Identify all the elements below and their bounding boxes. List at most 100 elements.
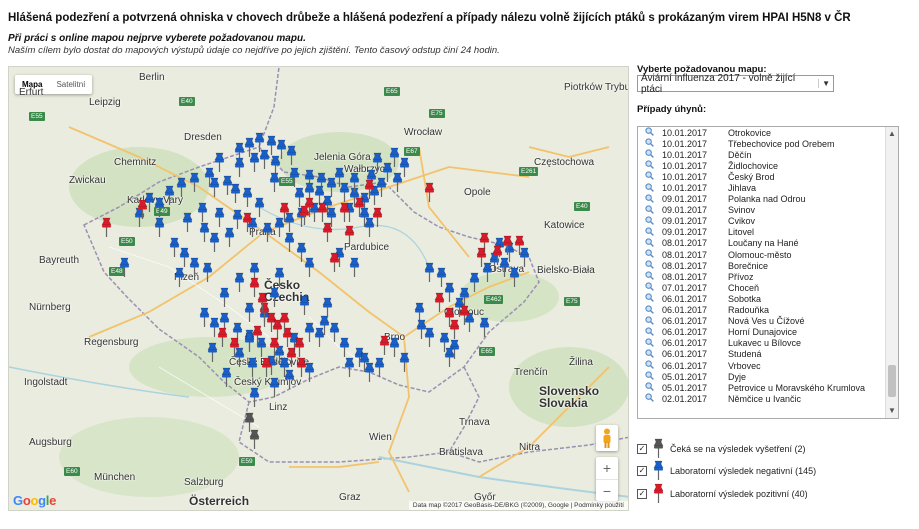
case-row[interactable]: 10.01.2017 Otrokovice: [638, 127, 887, 138]
push-pin-icon[interactable]: [234, 272, 245, 292]
push-pin-icon[interactable]: [279, 312, 290, 332]
push-pin-icon[interactable]: [101, 217, 112, 237]
case-row[interactable]: 08.01.2017 Loučany na Hané: [638, 238, 887, 249]
push-pin-icon[interactable]: [247, 357, 258, 377]
push-pin-icon[interactable]: [284, 369, 295, 389]
push-pin-icon[interactable]: [262, 222, 273, 242]
push-pin-icon[interactable]: [214, 207, 225, 227]
legend-checkbox[interactable]: ✓: [637, 489, 647, 499]
magnifier-icon[interactable]: [638, 371, 654, 382]
push-pin-icon[interactable]: [274, 267, 285, 287]
magnifier-icon[interactable]: [638, 316, 654, 327]
push-pin-icon[interactable]: [379, 335, 390, 355]
push-pin-icon[interactable]: [284, 232, 295, 252]
case-row[interactable]: 10.01.2017 Jihlava: [638, 182, 887, 193]
magnifier-icon[interactable]: [638, 138, 654, 149]
case-row[interactable]: 08.01.2017 Přívoz: [638, 271, 887, 282]
case-row[interactable]: 10.01.2017 Český Brod: [638, 171, 887, 182]
push-pin-icon[interactable]: [259, 149, 270, 169]
push-pin-icon[interactable]: [344, 225, 355, 245]
push-pin-icon[interactable]: [339, 337, 350, 357]
push-pin-icon[interactable]: [209, 177, 220, 197]
case-row[interactable]: 10.01.2017 Židlochovice: [638, 160, 887, 171]
push-pin-icon[interactable]: [249, 387, 260, 407]
push-pin-icon[interactable]: [339, 202, 350, 222]
magnifier-icon[interactable]: [638, 160, 654, 171]
push-pin-icon[interactable]: [154, 217, 165, 237]
push-pin-icon[interactable]: [514, 235, 525, 255]
push-pin-icon[interactable]: [279, 202, 290, 222]
case-row[interactable]: 06.01.2017 Sobotka: [638, 293, 887, 304]
push-pin-icon[interactable]: [329, 322, 340, 342]
push-pin-icon[interactable]: [214, 152, 225, 172]
magnifier-icon[interactable]: [638, 249, 654, 260]
push-pin-icon[interactable]: [189, 257, 200, 277]
push-pin-icon[interactable]: [322, 297, 333, 317]
magnifier-icon[interactable]: [638, 238, 654, 249]
push-pin-icon[interactable]: [392, 172, 403, 192]
push-pin-icon[interactable]: [469, 272, 480, 292]
push-pin-icon[interactable]: [182, 212, 193, 232]
magnifier-icon[interactable]: [638, 304, 654, 316]
magnifier-icon[interactable]: [638, 349, 654, 360]
scrollbar-thumb[interactable]: [888, 365, 896, 397]
case-row[interactable]: 08.01.2017 Olomouc-město: [638, 249, 887, 260]
push-pin-icon[interactable]: [299, 295, 310, 315]
push-pin-icon[interactable]: [364, 179, 375, 199]
zoom-in-button[interactable]: +: [596, 457, 618, 479]
push-pin-icon[interactable]: [229, 337, 240, 357]
push-pin-icon[interactable]: [289, 167, 300, 187]
push-pin-icon[interactable]: [459, 305, 470, 325]
magnifier-icon[interactable]: [638, 382, 654, 393]
push-pin-icon[interactable]: [244, 302, 255, 322]
push-pin-icon[interactable]: [317, 202, 328, 222]
magnifier-icon[interactable]: [638, 227, 654, 238]
push-pin-icon[interactable]: [217, 327, 228, 347]
case-row[interactable]: 06.01.2017 Vrbovec: [638, 360, 887, 371]
push-pin-icon[interactable]: [476, 247, 487, 267]
push-pin-icon[interactable]: [219, 287, 230, 307]
legend-checkbox[interactable]: ✓: [637, 444, 647, 454]
push-pin-icon[interactable]: [242, 187, 253, 207]
scroll-down-icon[interactable]: ▼: [886, 404, 898, 418]
push-pin-icon[interactable]: [349, 172, 360, 192]
case-row[interactable]: 07.01.2017 Choceň: [638, 282, 887, 293]
push-pin-icon[interactable]: [269, 337, 280, 357]
magnifier-icon[interactable]: [638, 360, 654, 371]
magnifier-icon[interactable]: [638, 282, 654, 293]
push-pin-icon[interactable]: [304, 257, 315, 277]
case-row[interactable]: 05.01.2017 Dyje: [638, 371, 887, 382]
push-pin-icon[interactable]: [197, 202, 208, 222]
cases-scrollbar[interactable]: ▲ ▼: [885, 127, 898, 418]
push-pin-icon[interactable]: [294, 337, 305, 357]
push-pin-icon[interactable]: [176, 177, 187, 197]
push-pin-icon[interactable]: [244, 412, 255, 432]
case-row[interactable]: 09.01.2017 Polanka nad Odrou: [638, 193, 887, 205]
push-pin-icon[interactable]: [154, 197, 165, 217]
push-pin-icon[interactable]: [199, 222, 210, 242]
case-row[interactable]: 09.01.2017 Cvikov: [638, 216, 887, 227]
push-pin-icon[interactable]: [242, 212, 253, 232]
push-pin-icon[interactable]: [164, 185, 175, 205]
magnifier-icon[interactable]: [638, 193, 654, 205]
magnifier-icon[interactable]: [638, 171, 654, 182]
push-pin-icon[interactable]: [202, 262, 213, 282]
magnifier-icon[interactable]: [638, 393, 654, 404]
magnifier-icon[interactable]: [638, 271, 654, 282]
push-pin-icon[interactable]: [374, 357, 385, 377]
case-row[interactable]: 10.01.2017 Děčín: [638, 149, 887, 160]
push-pin-icon[interactable]: [372, 152, 383, 172]
magnifier-icon[interactable]: [638, 327, 654, 338]
push-pin-icon[interactable]: [269, 377, 280, 397]
case-row[interactable]: 06.01.2017 Radouňka: [638, 304, 887, 316]
push-pin-icon[interactable]: [296, 357, 307, 377]
push-pin-icon[interactable]: [137, 199, 148, 219]
push-pin-icon[interactable]: [252, 325, 263, 345]
map-select-dropdown[interactable]: Aviární influenza 2017 - volně žijící pt…: [637, 73, 834, 95]
push-pin-icon[interactable]: [189, 172, 200, 192]
magnifier-icon[interactable]: [638, 260, 654, 271]
push-pin-icon[interactable]: [372, 207, 383, 227]
push-pin-icon[interactable]: [230, 183, 241, 203]
push-pin-icon[interactable]: [354, 197, 365, 217]
zoom-out-button[interactable]: −: [596, 479, 618, 501]
